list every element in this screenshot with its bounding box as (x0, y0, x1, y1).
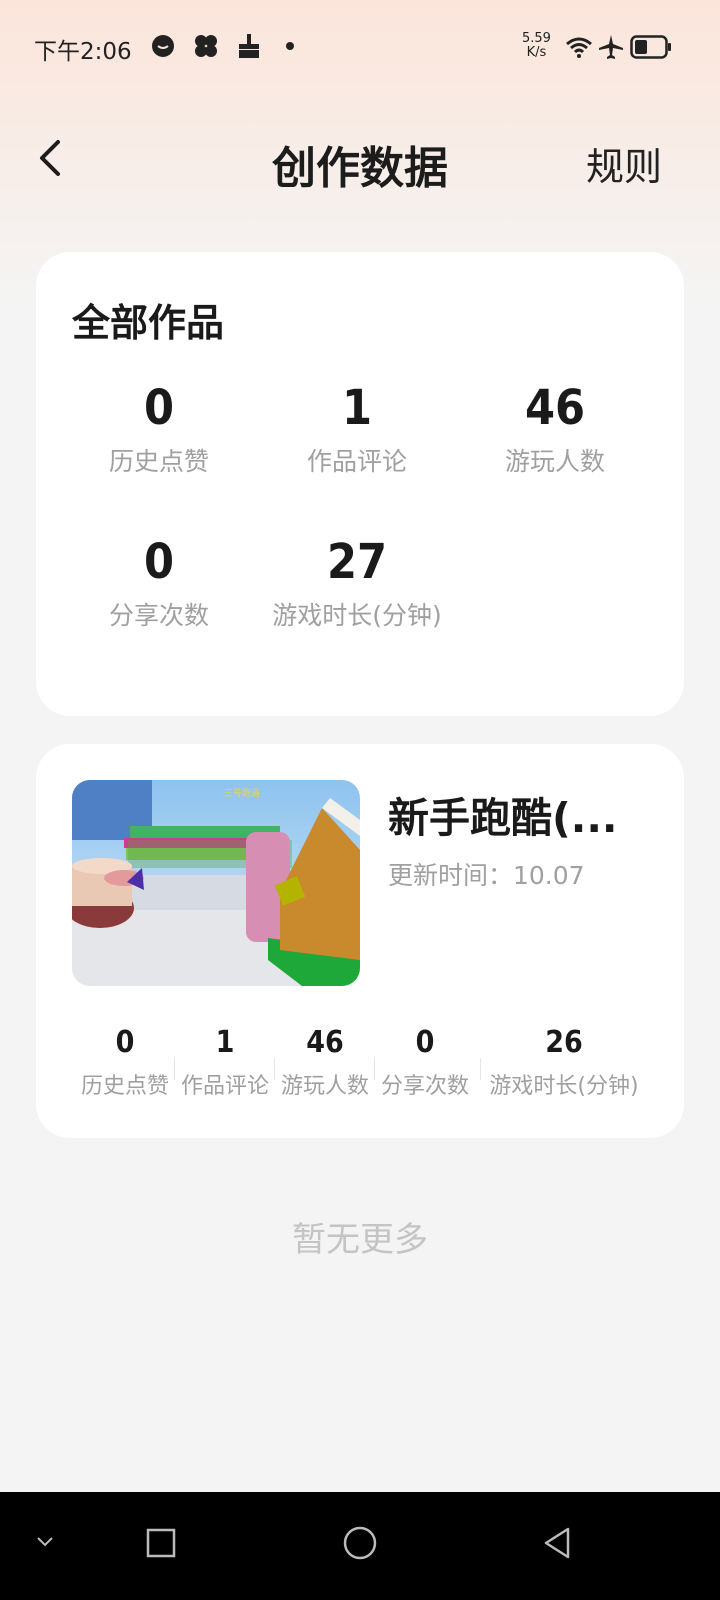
stat-divider (174, 1058, 175, 1080)
clover-icon (195, 35, 217, 57)
broom-icon (239, 34, 259, 58)
status-time: 下午2:06 (34, 39, 132, 65)
top-bar: 创作数据 规则 (0, 110, 720, 210)
rules-button[interactable]: 规则 (586, 136, 662, 191)
stat-comments: 1 作品评论 (306, 380, 407, 476)
work-title: 新手跑酷(... (388, 794, 618, 842)
work-stat-comments: 1 作品评论 (180, 1025, 269, 1100)
work-thumbnail[interactable]: 三号跑道 (72, 780, 360, 986)
game-scene-image: 三号跑道 (72, 780, 360, 986)
stat-players: 46 游玩人数 (504, 380, 605, 476)
all-works-card: 全部作品 0 历史点赞 1 作品评论 46 游玩人数 0 分享次数 27 游戏时… (36, 252, 684, 716)
triangle-back-icon[interactable] (542, 1526, 572, 1560)
work-stat-shares: 0 分享次数 (380, 1025, 469, 1100)
thumbnail-caption: 三号跑道 (224, 787, 260, 799)
circle-icon[interactable] (343, 1526, 377, 1560)
work-card[interactable]: 三号跑道 新手跑酷(... 更新时间：10.07 0 历史点赞 1 作品评论 4… (36, 744, 684, 1138)
net-speed: 5.59 K/s (522, 31, 551, 60)
airplane-icon (599, 35, 623, 59)
battery-icon (630, 35, 671, 59)
update-time: 更新时间：10.07 (388, 861, 585, 890)
chevron-down-icon[interactable] (36, 1536, 54, 1548)
stat-playtime: 27 游戏时长(分钟) (272, 534, 442, 630)
stat-divider (480, 1058, 481, 1080)
stat-shares: 0 分享次数 (108, 534, 209, 630)
work-stat-likes: 0 历史点赞 (80, 1025, 169, 1100)
status-bar: 下午2:06 5.59 K/s (0, 0, 720, 96)
chat-bubble-icon (152, 35, 174, 57)
wifi-icon (566, 37, 592, 58)
system-nav-bar (0, 1492, 720, 1600)
dot-icon (286, 42, 294, 50)
square-icon[interactable] (146, 1528, 176, 1558)
no-more-text: 暂无更多 (292, 1220, 428, 1260)
stat-divider (374, 1058, 375, 1080)
stat-likes: 0 历史点赞 (108, 380, 209, 476)
stat-divider (274, 1058, 275, 1080)
all-works-title: 全部作品 (72, 301, 225, 345)
work-stat-players: 46 游玩人数 (280, 1025, 369, 1100)
work-stat-playtime: 26 游戏时长(分钟) (489, 1025, 639, 1100)
